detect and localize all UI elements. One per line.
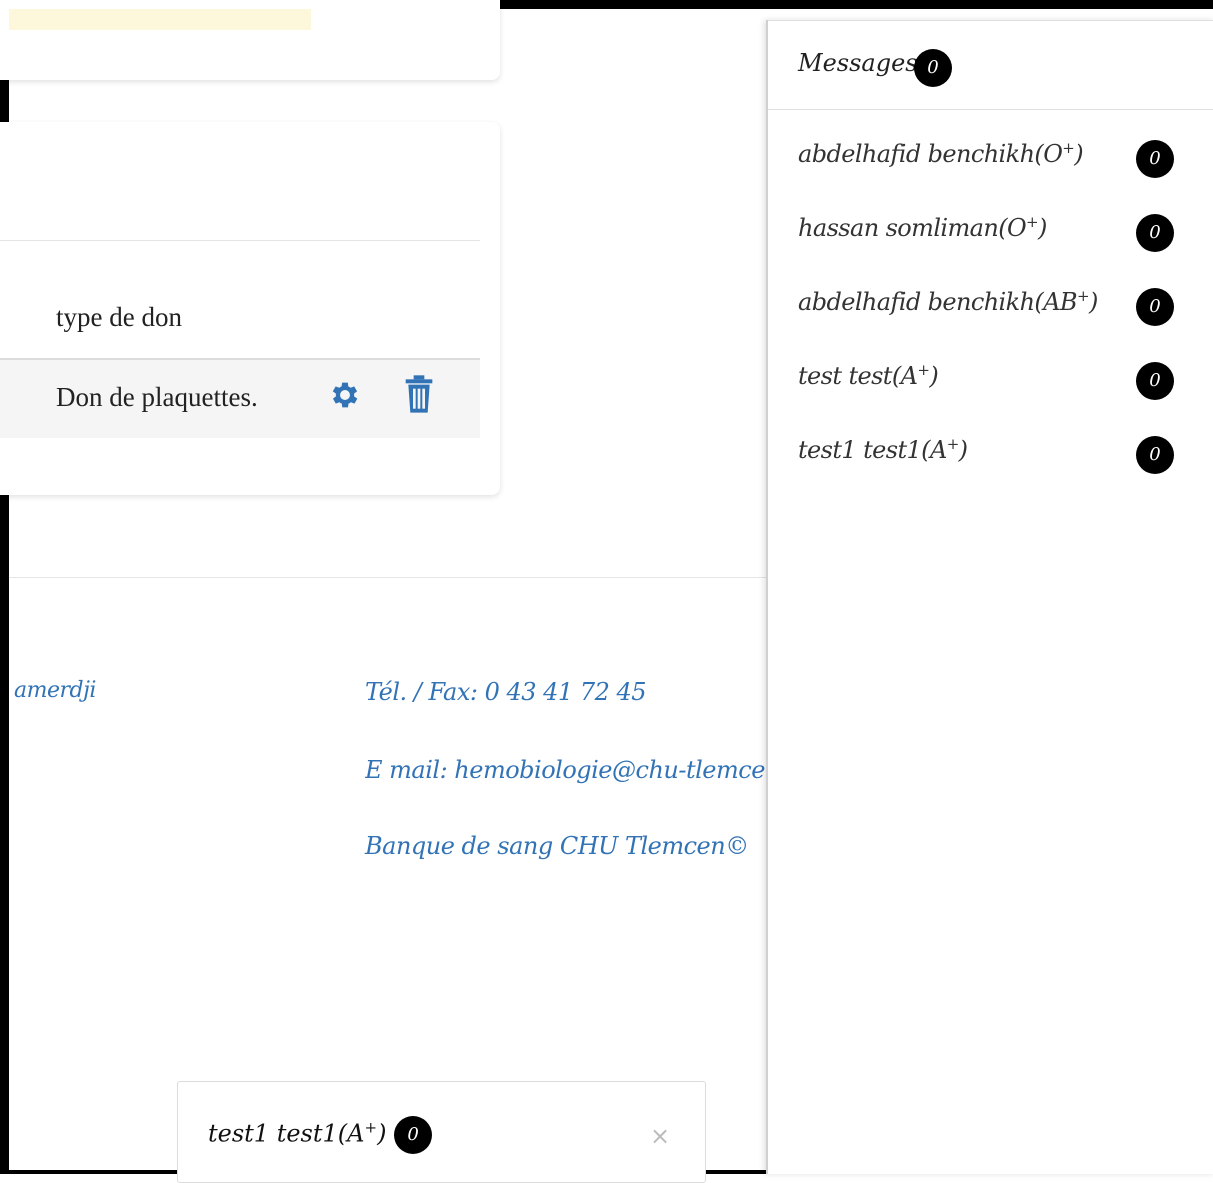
chat-contact-name: test1 test1(A	[208, 1119, 365, 1148]
footer-tel: Tél. / Fax: 0 43 41 72 45	[365, 678, 647, 706]
contact-name: hassan somliman(O+)	[798, 213, 1047, 242]
contact-count-badge: 0	[1136, 362, 1174, 400]
trash-icon[interactable]	[403, 374, 435, 414]
contact-item[interactable]: test test(A+) 0	[768, 352, 1213, 412]
footer-name: amerdji	[14, 678, 96, 703]
chat-title[interactable]: test1 test1(A+) 0	[208, 1116, 433, 1154]
contact-item[interactable]: test1 test1(A+) 0	[768, 426, 1213, 486]
messages-panel: Messages 0 abdelhafid benchikh(O+) 0 has…	[766, 20, 1213, 1174]
contact-item[interactable]: abdelhafid benchikh(O+) 0	[768, 130, 1213, 190]
messages-count-badge: 0	[914, 49, 952, 87]
contact-item[interactable]: abdelhafid benchikh(AB+) 0	[768, 278, 1213, 338]
contact-count-badge: 0	[1136, 436, 1174, 474]
contact-name: test test(A+)	[798, 361, 939, 390]
contact-name: abdelhafid benchikh(O+)	[798, 139, 1084, 168]
contact-name: test1 test1(A+)	[798, 435, 968, 464]
footer-copyright: Banque de sang CHU Tlemcen©	[365, 832, 749, 860]
contact-item[interactable]: hassan somliman(O+) 0	[768, 204, 1213, 264]
cell-donation-type: Don de plaquettes.	[56, 382, 258, 412]
table-row: Don de plaquettes.	[0, 358, 480, 438]
donation-types-card: type de don Don de plaquettes.	[0, 122, 500, 495]
page-divider	[9, 577, 769, 578]
contact-name: abdelhafid benchikh(AB+)	[798, 287, 1098, 316]
chat-contact-suffix: )	[377, 1119, 387, 1148]
close-icon[interactable]: ×	[650, 1122, 670, 1150]
card-divider	[0, 240, 480, 241]
footer-email[interactable]: E mail: hemobiologie@chu-tlemcen	[365, 756, 765, 784]
contact-count-badge: 0	[1136, 214, 1174, 252]
gear-icon[interactable]	[328, 378, 362, 412]
chat-window: test1 test1(A+) 0 ×	[177, 1081, 706, 1183]
chat-contact-sup: +	[364, 1118, 378, 1137]
messages-header: Messages 0	[768, 20, 1213, 110]
messages-title: Messages	[798, 49, 918, 77]
highlight-strip	[9, 9, 311, 30]
contact-count-badge: 0	[1136, 288, 1174, 326]
contact-count-badge: 0	[1136, 140, 1174, 178]
chat-count-badge: 0	[394, 1116, 433, 1154]
table-header-type: type de don	[56, 302, 182, 332]
